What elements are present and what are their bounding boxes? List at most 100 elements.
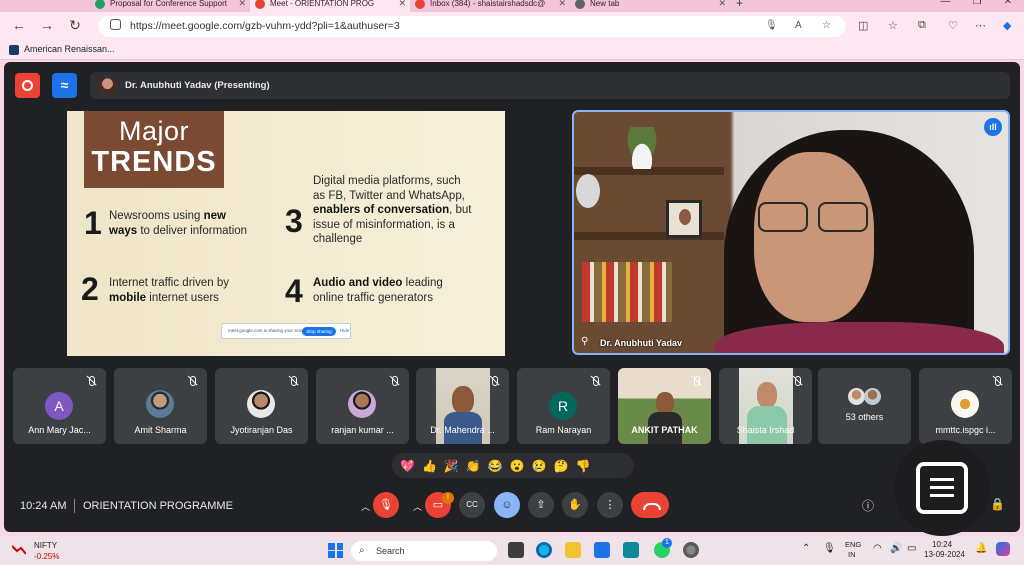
reaction-sad[interactable]: 😢 — [532, 459, 547, 473]
file-explorer-icon[interactable] — [565, 542, 581, 558]
slide-item-number: 3 — [285, 203, 303, 239]
info-icon[interactable]: ⓘ — [862, 497, 874, 514]
reaction-surprised[interactable]: 😮 — [510, 459, 525, 473]
host-controls-icon[interactable]: 🔒 — [990, 497, 1005, 511]
tab-proposal[interactable]: Proposal for Conference Support ✕ — [90, 0, 250, 12]
participant-tile[interactable]: A Ann Mary Jac... — [13, 368, 106, 444]
mic-icon[interactable]: 🎙 — [765, 20, 778, 31]
edge-icon[interactable] — [536, 542, 552, 558]
participant-face — [452, 386, 474, 414]
copilot-taskbar-icon[interactable] — [996, 542, 1010, 556]
participant-tile[interactable]: ANKIT PATHAK — [618, 368, 711, 444]
favorites-icon[interactable]: ☆ — [888, 19, 898, 32]
maximize-icon[interactable]: ❐ — [973, 0, 982, 12]
participant-tile[interactable]: Shaista Irshad — [719, 368, 812, 444]
participant-tile[interactable]: mmttc.ispgc i... — [919, 368, 1012, 444]
task-view-icon[interactable] — [508, 542, 524, 558]
slide-item-number: 1 — [84, 205, 102, 241]
avatar: A — [45, 392, 73, 420]
participant-tile[interactable]: Dr. Mahendra ... — [416, 368, 509, 444]
microphone-tray-icon[interactable]: 🎙 — [823, 543, 836, 554]
forward-icon[interactable]: → — [38, 17, 56, 33]
activities-button[interactable]: ≈ — [52, 73, 77, 98]
settings-gear-icon[interactable] — [683, 542, 699, 558]
slide-item-number: 4 — [285, 273, 303, 309]
notification-badge: ! — [442, 492, 454, 504]
more-menu-icon[interactable]: ⋯ — [975, 19, 986, 32]
close-icon[interactable]: ✕ — [398, 0, 406, 9]
recording-button[interactable] — [15, 73, 40, 98]
tab-label: Proposal for Conference Support — [110, 0, 227, 8]
chevron-up-icon[interactable]: ⌃ — [802, 543, 810, 554]
language-indicator[interactable]: ENG — [845, 540, 861, 549]
reaction-thumbs-down[interactable]: 👎 — [576, 459, 591, 473]
address-row: ← → ↻ https://meet.google.com/gzb-vuhm-y… — [0, 12, 1024, 40]
site-info-icon[interactable] — [110, 19, 121, 30]
participant-tile-others[interactable]: 53 others — [818, 368, 911, 444]
wifi-icon[interactable]: ◠ — [873, 543, 882, 554]
url-text[interactable]: https://meet.google.com/gzb-vuhm-ydd?pli… — [130, 20, 400, 32]
raise-hand-button[interactable]: ✋ — [562, 492, 588, 518]
reaction-thinking[interactable]: 🤔 — [554, 459, 569, 473]
close-icon[interactable]: ✕ — [558, 0, 566, 9]
taskbar-date[interactable]: 13-09-2024 — [924, 550, 965, 559]
speaker-video[interactable]: ıll ⚲ Dr. Anubhuti Yadav — [572, 110, 1010, 355]
favorite-star-icon[interactable]: ☆ — [822, 20, 831, 31]
address-bar[interactable]: https://meet.google.com/gzb-vuhm-ydd?pli… — [98, 16, 846, 37]
slide-item-text: Digital media platforms, such as FB, Twi… — [313, 175, 472, 245]
hide-button[interactable]: Hide — [340, 328, 349, 333]
copilot-icon[interactable]: ◆ — [1003, 19, 1011, 32]
tab-meet[interactable]: Meet - ORIENTATION PROG ✕ — [250, 0, 410, 12]
minimize-icon[interactable]: — — [941, 0, 951, 12]
google-lens-overlay-button[interactable] — [894, 440, 990, 536]
divider — [74, 499, 75, 513]
reaction-party[interactable]: 🎉 — [444, 459, 459, 473]
present-button[interactable]: ⇧ — [528, 492, 554, 518]
close-window-icon[interactable]: ✕ — [1004, 0, 1012, 12]
close-icon[interactable]: ✕ — [238, 0, 246, 9]
more-options-button[interactable]: ⋮ — [597, 492, 623, 518]
reaction-thumbs-up[interactable]: 👍 — [422, 459, 437, 473]
volume-icon[interactable]: 🔊 — [890, 543, 902, 554]
refresh-icon[interactable]: ↻ — [66, 17, 84, 34]
new-tab-button[interactable]: + — [736, 0, 743, 10]
windows-start-icon[interactable] — [328, 543, 343, 558]
captions-button[interactable]: CC — [459, 492, 485, 518]
reaction-heart[interactable]: 💖 — [400, 459, 415, 473]
chevron-up-icon[interactable]: ︿ — [413, 500, 422, 513]
collections-icon[interactable]: ⧉ — [918, 19, 926, 32]
participant-tile[interactable]: ranjan kumar ... — [316, 368, 409, 444]
reaction-clap[interactable]: 👏 — [466, 459, 481, 473]
end-call-button[interactable] — [631, 492, 669, 518]
pin-icon[interactable]: ⚲ — [581, 336, 588, 347]
taskbar-search[interactable]: ⌕ Search — [351, 541, 497, 561]
mic-off-icon — [489, 376, 499, 386]
tab-newtab[interactable]: New tab ✕ — [570, 0, 730, 12]
battery-icon[interactable]: ▭ — [907, 543, 916, 554]
notification-bell-icon[interactable]: 🔔 — [975, 543, 987, 554]
participant-tile[interactable]: Amit Sharma — [114, 368, 207, 444]
tab-inbox[interactable]: Inbox (384) - shaistairshadsdc@ ✕ — [410, 0, 570, 12]
participant-name: mmttc.ispgc i... — [935, 425, 996, 435]
back-icon[interactable]: ← — [10, 17, 28, 33]
avatar — [146, 390, 174, 418]
profile-icon[interactable]: ♡ — [948, 19, 958, 32]
split-screen-icon[interactable]: ◫ — [858, 19, 868, 32]
slide-item-number: 2 — [81, 271, 99, 307]
gmail-icon — [415, 0, 425, 9]
close-icon[interactable]: ✕ — [718, 0, 726, 9]
emoji-button[interactable]: ☺ — [494, 492, 520, 518]
chevron-up-icon[interactable]: ︿ — [361, 500, 370, 513]
taskbar-time[interactable]: 10:24 — [932, 540, 952, 549]
stop-sharing-button[interactable]: Stop sharing — [302, 327, 336, 336]
mic-off-icon — [288, 376, 298, 386]
slide-title-line1: Major — [118, 116, 189, 146]
read-aloud-icon[interactable]: A — [795, 20, 802, 31]
participant-tile[interactable]: R Ram Narayan — [517, 368, 610, 444]
bookmark-link[interactable]: American Renaissan... — [24, 44, 115, 54]
mail-icon[interactable] — [594, 542, 610, 558]
reaction-laugh[interactable]: 😂 — [488, 459, 503, 473]
mic-toggle-button[interactable]: 🎙 — [373, 492, 399, 518]
participant-tile[interactable]: Jyotiranjan Das — [215, 368, 308, 444]
store-icon[interactable] — [623, 542, 639, 558]
